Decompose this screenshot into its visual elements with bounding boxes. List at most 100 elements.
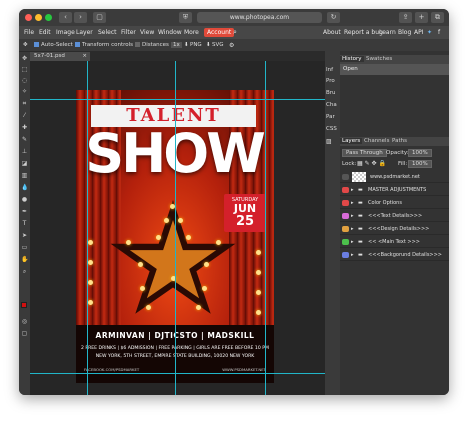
layer-row[interactable]: ▸ ▬ <<<Text Details>>> xyxy=(340,210,449,222)
menu-view[interactable]: View xyxy=(140,29,154,36)
panel-info-tab[interactable]: Inf xyxy=(326,67,333,73)
marquee-icon[interactable]: ⬚ xyxy=(21,66,28,73)
visibility-eye-icon[interactable] xyxy=(342,213,349,219)
lasso-icon[interactable]: ◌ xyxy=(21,77,28,84)
eraser-icon[interactable]: ◪ xyxy=(21,160,28,167)
folder-expand-icon[interactable]: ▸ xyxy=(351,210,354,222)
path-select-icon[interactable]: ➤ xyxy=(21,232,28,239)
panel-paragraph-tab[interactable]: Par xyxy=(326,114,335,120)
close-window-button[interactable] xyxy=(25,14,32,21)
menu-more[interactable]: More xyxy=(184,29,199,36)
visibility-eye-icon[interactable] xyxy=(342,187,349,193)
tab-paths[interactable]: Paths xyxy=(390,138,409,144)
gradient-icon[interactable]: ▥ xyxy=(21,172,28,179)
history-item[interactable]: Open xyxy=(340,64,449,75)
layer-row[interactable]: ▸ ▬ << <Main Text >>> xyxy=(340,236,449,248)
address-bar[interactable]: www.photopea.com xyxy=(197,12,322,23)
folder-expand-icon[interactable]: ▸ xyxy=(351,197,354,209)
menu-layer[interactable]: Layer xyxy=(76,29,93,36)
visibility-eye-icon[interactable] xyxy=(342,252,349,258)
menu-image[interactable]: Image xyxy=(56,29,75,36)
clone-stamp-icon[interactable]: ⊥ xyxy=(21,148,28,155)
brush-icon[interactable]: ✎ xyxy=(21,136,28,143)
guide-vertical[interactable] xyxy=(87,61,88,395)
menu-edit[interactable]: Edit xyxy=(39,29,51,36)
layer-row[interactable]: www.psdmarket.net xyxy=(340,171,449,183)
eyedropper-icon[interactable]: ⁄ xyxy=(21,112,28,119)
svg-button[interactable]: SVG xyxy=(212,42,224,48)
shape-icon[interactable]: ▭ xyxy=(21,244,28,251)
quick-mask-icon[interactable]: ◎ xyxy=(21,318,28,325)
menu-about[interactable]: About xyxy=(323,29,341,36)
zoom-icon[interactable]: ⌕ xyxy=(21,268,28,275)
layer-row[interactable]: ▸ ▬ Color Options xyxy=(340,197,449,209)
panel-character-tab[interactable]: Cha xyxy=(326,102,337,108)
panel-properties-tab[interactable]: Pro xyxy=(326,78,335,84)
magic-wand-icon[interactable]: ✧ xyxy=(21,88,28,95)
save-svg-icon[interactable]: ⬇ xyxy=(206,42,211,48)
layer-row[interactable]: ▸ ▬ <<<Backgorund Details>>> xyxy=(340,249,449,261)
panel-brush-tab[interactable]: Bru xyxy=(326,90,336,96)
screen-mode-icon[interactable]: ▢ xyxy=(21,330,28,337)
share-icon[interactable]: ⇪ xyxy=(399,12,412,23)
menu-report-bug[interactable]: Report a bug xyxy=(344,29,383,36)
layer-row[interactable]: ▸ ▬ MASTER ADJUSTMENTS xyxy=(340,184,449,196)
guide-horizontal[interactable] xyxy=(30,99,325,100)
folder-expand-icon[interactable]: ▸ xyxy=(351,223,354,235)
fill-field[interactable]: 100% xyxy=(408,160,432,168)
lock-icons[interactable]: ▦ ✎ ✥ 🔒 xyxy=(357,160,386,167)
pen-icon[interactable]: ✒ xyxy=(21,208,28,215)
hand-icon[interactable]: ✋ xyxy=(21,256,28,263)
menu-window[interactable]: Window xyxy=(158,29,182,36)
distances-checkbox[interactable]: Distances xyxy=(135,42,169,48)
folder-expand-icon[interactable]: ▸ xyxy=(351,184,354,196)
sidebar-icon[interactable]: ▢ xyxy=(93,12,106,23)
visibility-eye-icon[interactable] xyxy=(342,174,349,180)
forward-icon[interactable]: › xyxy=(74,12,87,23)
layer-row[interactable]: ▸ ▬ <<<Design Details>>> xyxy=(340,223,449,235)
account-button[interactable]: Account xyxy=(204,28,235,37)
maximize-window-button[interactable] xyxy=(45,14,52,21)
panel-image-icon[interactable]: ▨ xyxy=(326,138,332,145)
tab-channels[interactable]: Channels xyxy=(362,138,391,144)
transform-controls-checkbox[interactable]: Transform controls xyxy=(75,42,133,48)
search-icon[interactable]: ⌕ xyxy=(233,28,237,37)
tab-swatches[interactable]: Swatches xyxy=(364,56,394,62)
save-png-icon[interactable]: ⬇ xyxy=(184,42,189,48)
opacity-field[interactable]: 100% xyxy=(408,149,432,157)
folder-expand-icon[interactable]: ▸ xyxy=(351,249,354,261)
visibility-eye-icon[interactable] xyxy=(342,200,349,206)
blend-mode-select[interactable]: Pass Through xyxy=(342,149,387,157)
folder-expand-icon[interactable]: ▸ xyxy=(351,236,354,248)
shield-icon[interactable]: ⛨ xyxy=(179,12,192,23)
visibility-eye-icon[interactable] xyxy=(342,239,349,245)
menu-api[interactable]: API xyxy=(414,29,424,36)
guide-vertical[interactable] xyxy=(265,61,266,395)
reload-icon[interactable]: ↻ xyxy=(327,12,340,23)
menu-blog[interactable]: Blog xyxy=(398,29,411,36)
menu-select[interactable]: Select xyxy=(98,29,117,36)
png-button[interactable]: PNG xyxy=(190,42,202,48)
menu-learn[interactable]: Learn xyxy=(379,29,396,36)
settings-gear-icon[interactable]: ⚙ xyxy=(229,42,234,49)
crop-icon[interactable]: ⌗ xyxy=(21,100,28,107)
move-icon[interactable]: ✥ xyxy=(21,55,28,62)
guide-horizontal[interactable] xyxy=(30,373,325,374)
menu-filter[interactable]: Filter xyxy=(121,29,136,36)
tabs-overview-icon[interactable]: ⧉ xyxy=(431,12,444,23)
auto-select-checkbox[interactable]: Auto-Select xyxy=(34,42,73,48)
new-tab-icon[interactable]: + xyxy=(415,12,428,23)
close-tab-icon[interactable]: × xyxy=(82,52,87,61)
zoom-select[interactable]: 1x xyxy=(171,42,182,48)
menu-file[interactable]: File xyxy=(24,29,34,36)
facebook-icon[interactable]: f xyxy=(438,29,440,36)
panel-css-tab[interactable]: CSS xyxy=(326,126,337,132)
foreground-color-swatch[interactable] xyxy=(21,302,27,308)
back-icon[interactable]: ‹ xyxy=(59,12,72,23)
guide-vertical-center[interactable] xyxy=(175,61,176,395)
blur-icon[interactable]: 💧 xyxy=(21,184,28,191)
type-icon[interactable]: T xyxy=(21,220,28,227)
dodge-icon[interactable]: ● xyxy=(21,196,28,203)
document-tab[interactable]: 5x7-01.psd × xyxy=(30,52,90,61)
minimize-window-button[interactable] xyxy=(35,14,42,21)
